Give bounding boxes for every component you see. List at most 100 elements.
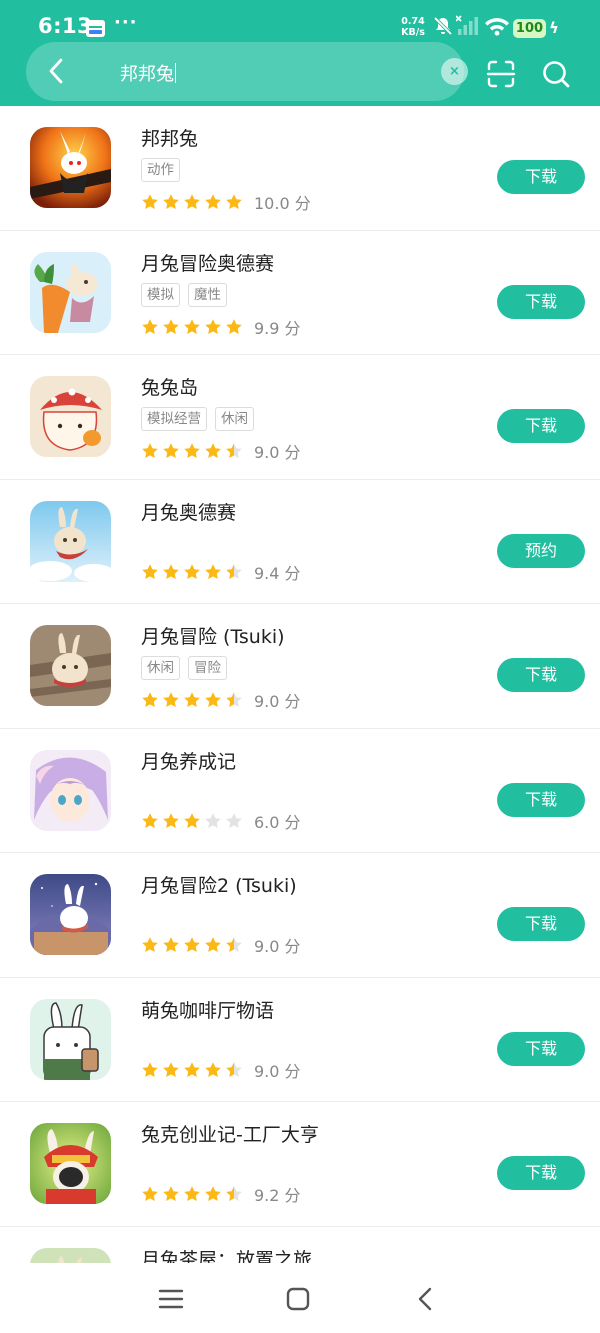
list-item[interactable]: 月兔奥德赛 9.4 分 预约 (0, 480, 600, 604)
score: 10.0 分 (254, 194, 311, 213)
list-item[interactable]: 月兔养成记 6.0 分 下载 (0, 729, 600, 853)
status-bar: 6:13 ··· 0.74 KB/s 100 ϟ (0, 0, 600, 48)
search-row: 邦邦兔 × (0, 42, 600, 102)
app-name[interactable]: 月兔茶屋：放置之旅 (141, 1245, 312, 1264)
download-button[interactable]: 下载 (497, 160, 585, 194)
star-icon (142, 692, 158, 707)
star-icon (163, 563, 179, 579)
app-icon[interactable] (30, 251, 111, 333)
star-icon (142, 1061, 158, 1077)
rating: 9.0 分 (141, 688, 301, 712)
score: 6.0 分 (254, 812, 301, 832)
download-button[interactable]: 下载 (497, 409, 585, 443)
back-arrow-icon[interactable] (42, 56, 72, 86)
app-icon[interactable] (30, 998, 111, 1080)
app-name[interactable]: 月兔冒险 (Tsuki) (141, 622, 285, 649)
app-name[interactable]: 萌兔咖啡厅物语 (141, 996, 274, 1023)
tag-list: 模拟经营 休闲 (141, 407, 254, 431)
download-button[interactable]: 下载 (497, 658, 585, 692)
star-icon (184, 692, 200, 707)
star-icon (184, 563, 200, 579)
clear-search-button[interactable]: × (441, 58, 468, 85)
app-name[interactable]: 月兔冒险奥德赛 (141, 249, 274, 276)
list-item[interactable]: 萌兔咖啡厅物语 9.0 分 下载 (0, 978, 600, 1102)
app-icon[interactable] (30, 376, 111, 457)
list-item[interactable]: 兔兔岛 模拟经营 休闲 9.0 分 下载 (0, 355, 600, 480)
star-rating (141, 193, 243, 211)
rating: 9.4 分 (141, 560, 301, 584)
app-icon[interactable] (30, 127, 111, 208)
star-icon (163, 937, 179, 952)
app-icon[interactable] (30, 874, 111, 955)
star-icon (205, 1186, 221, 1201)
score: 9.0 分 (254, 1061, 301, 1081)
app-name[interactable]: 兔克创业记-工厂大亨 (141, 1120, 319, 1147)
search-query-text[interactable]: 邦邦兔 (120, 60, 176, 86)
download-button[interactable]: 下载 (497, 1031, 585, 1066)
system-nav-bar (0, 1263, 600, 1333)
more-notifications-icon: ··· (114, 12, 138, 33)
rating: 9.2 分 (141, 1182, 301, 1206)
star-icon (184, 443, 200, 458)
download-button[interactable]: 下载 (497, 284, 585, 319)
download-button[interactable]: 下载 (497, 907, 585, 941)
star-icon (142, 563, 158, 579)
search-input[interactable]: 邦邦兔 × (26, 42, 468, 101)
score: 9.4 分 (254, 563, 301, 583)
star-rating (141, 812, 243, 830)
status-time: 6:13 (38, 14, 93, 38)
header: 6:13 ··· 0.74 KB/s 100 ϟ 邦邦兔 × (0, 0, 600, 106)
star-icon (142, 443, 158, 458)
reserve-button[interactable]: 预约 (497, 533, 585, 568)
list-item[interactable]: 月兔冒险奥德赛 模拟 魔性 9.9 分 下载 (0, 231, 600, 355)
star-icon (226, 1186, 242, 1201)
app-name[interactable]: 月兔奥德赛 (141, 498, 236, 525)
star-icon (205, 563, 221, 579)
list-item[interactable]: 月兔冒险 (Tsuki) 休闲 冒险 9.0 分 下载 (0, 604, 600, 729)
app-icon[interactable] (30, 625, 111, 706)
app-icon[interactable] (30, 749, 111, 831)
home-icon[interactable] (283, 1285, 313, 1313)
star-icon (226, 1061, 242, 1077)
star-icon (226, 443, 242, 458)
app-name[interactable]: 月兔冒险2 (Tsuki) (141, 871, 297, 898)
download-button[interactable]: 下载 (497, 1156, 585, 1190)
star-icon (226, 692, 242, 707)
star-icon (184, 937, 200, 952)
star-icon (205, 1061, 221, 1077)
list-item[interactable]: 月兔茶屋：放置之旅 (0, 1227, 600, 1264)
back-icon[interactable] (411, 1285, 441, 1313)
star-icon (142, 812, 158, 828)
list-item[interactable]: 兔克创业记-工厂大亨 9.2 分 下载 (0, 1102, 600, 1227)
menu-icon[interactable] (156, 1285, 186, 1313)
app-icon[interactable] (30, 1123, 111, 1204)
rating: 9.0 分 (141, 439, 301, 463)
list-item[interactable]: 邦邦兔 动作 10.0 分 下载 (0, 106, 600, 231)
rating: 9.0 分 (141, 933, 301, 957)
star-icon (142, 194, 158, 209)
app-name[interactable]: 邦邦兔 (141, 124, 198, 151)
app-name[interactable]: 兔兔岛 (141, 373, 198, 400)
tag: 模拟 (141, 282, 180, 307)
star-icon (184, 812, 200, 828)
tag-list: 休闲 冒险 (141, 656, 227, 680)
star-icon (205, 692, 221, 707)
star-icon (142, 318, 158, 334)
rating: 6.0 分 (141, 809, 301, 833)
app-icon[interactable] (30, 500, 111, 582)
star-icon (142, 1186, 158, 1201)
list-item[interactable]: 月兔冒险2 (Tsuki) 9.0 分 下载 (0, 853, 600, 978)
star-icon (163, 318, 179, 334)
star-icon (226, 812, 242, 828)
network-speed: 0.74 KB/s (401, 16, 425, 38)
text-caret (175, 63, 176, 83)
signal-icon (456, 15, 478, 35)
star-icon (163, 1186, 179, 1201)
scan-icon[interactable] (486, 59, 516, 89)
download-button[interactable]: 下载 (497, 782, 585, 817)
rating: 9.9 分 (141, 315, 301, 339)
app-name[interactable]: 月兔养成记 (141, 747, 236, 774)
search-icon[interactable] (541, 59, 571, 89)
app-icon[interactable] (30, 1247, 111, 1263)
star-icon (205, 194, 221, 209)
